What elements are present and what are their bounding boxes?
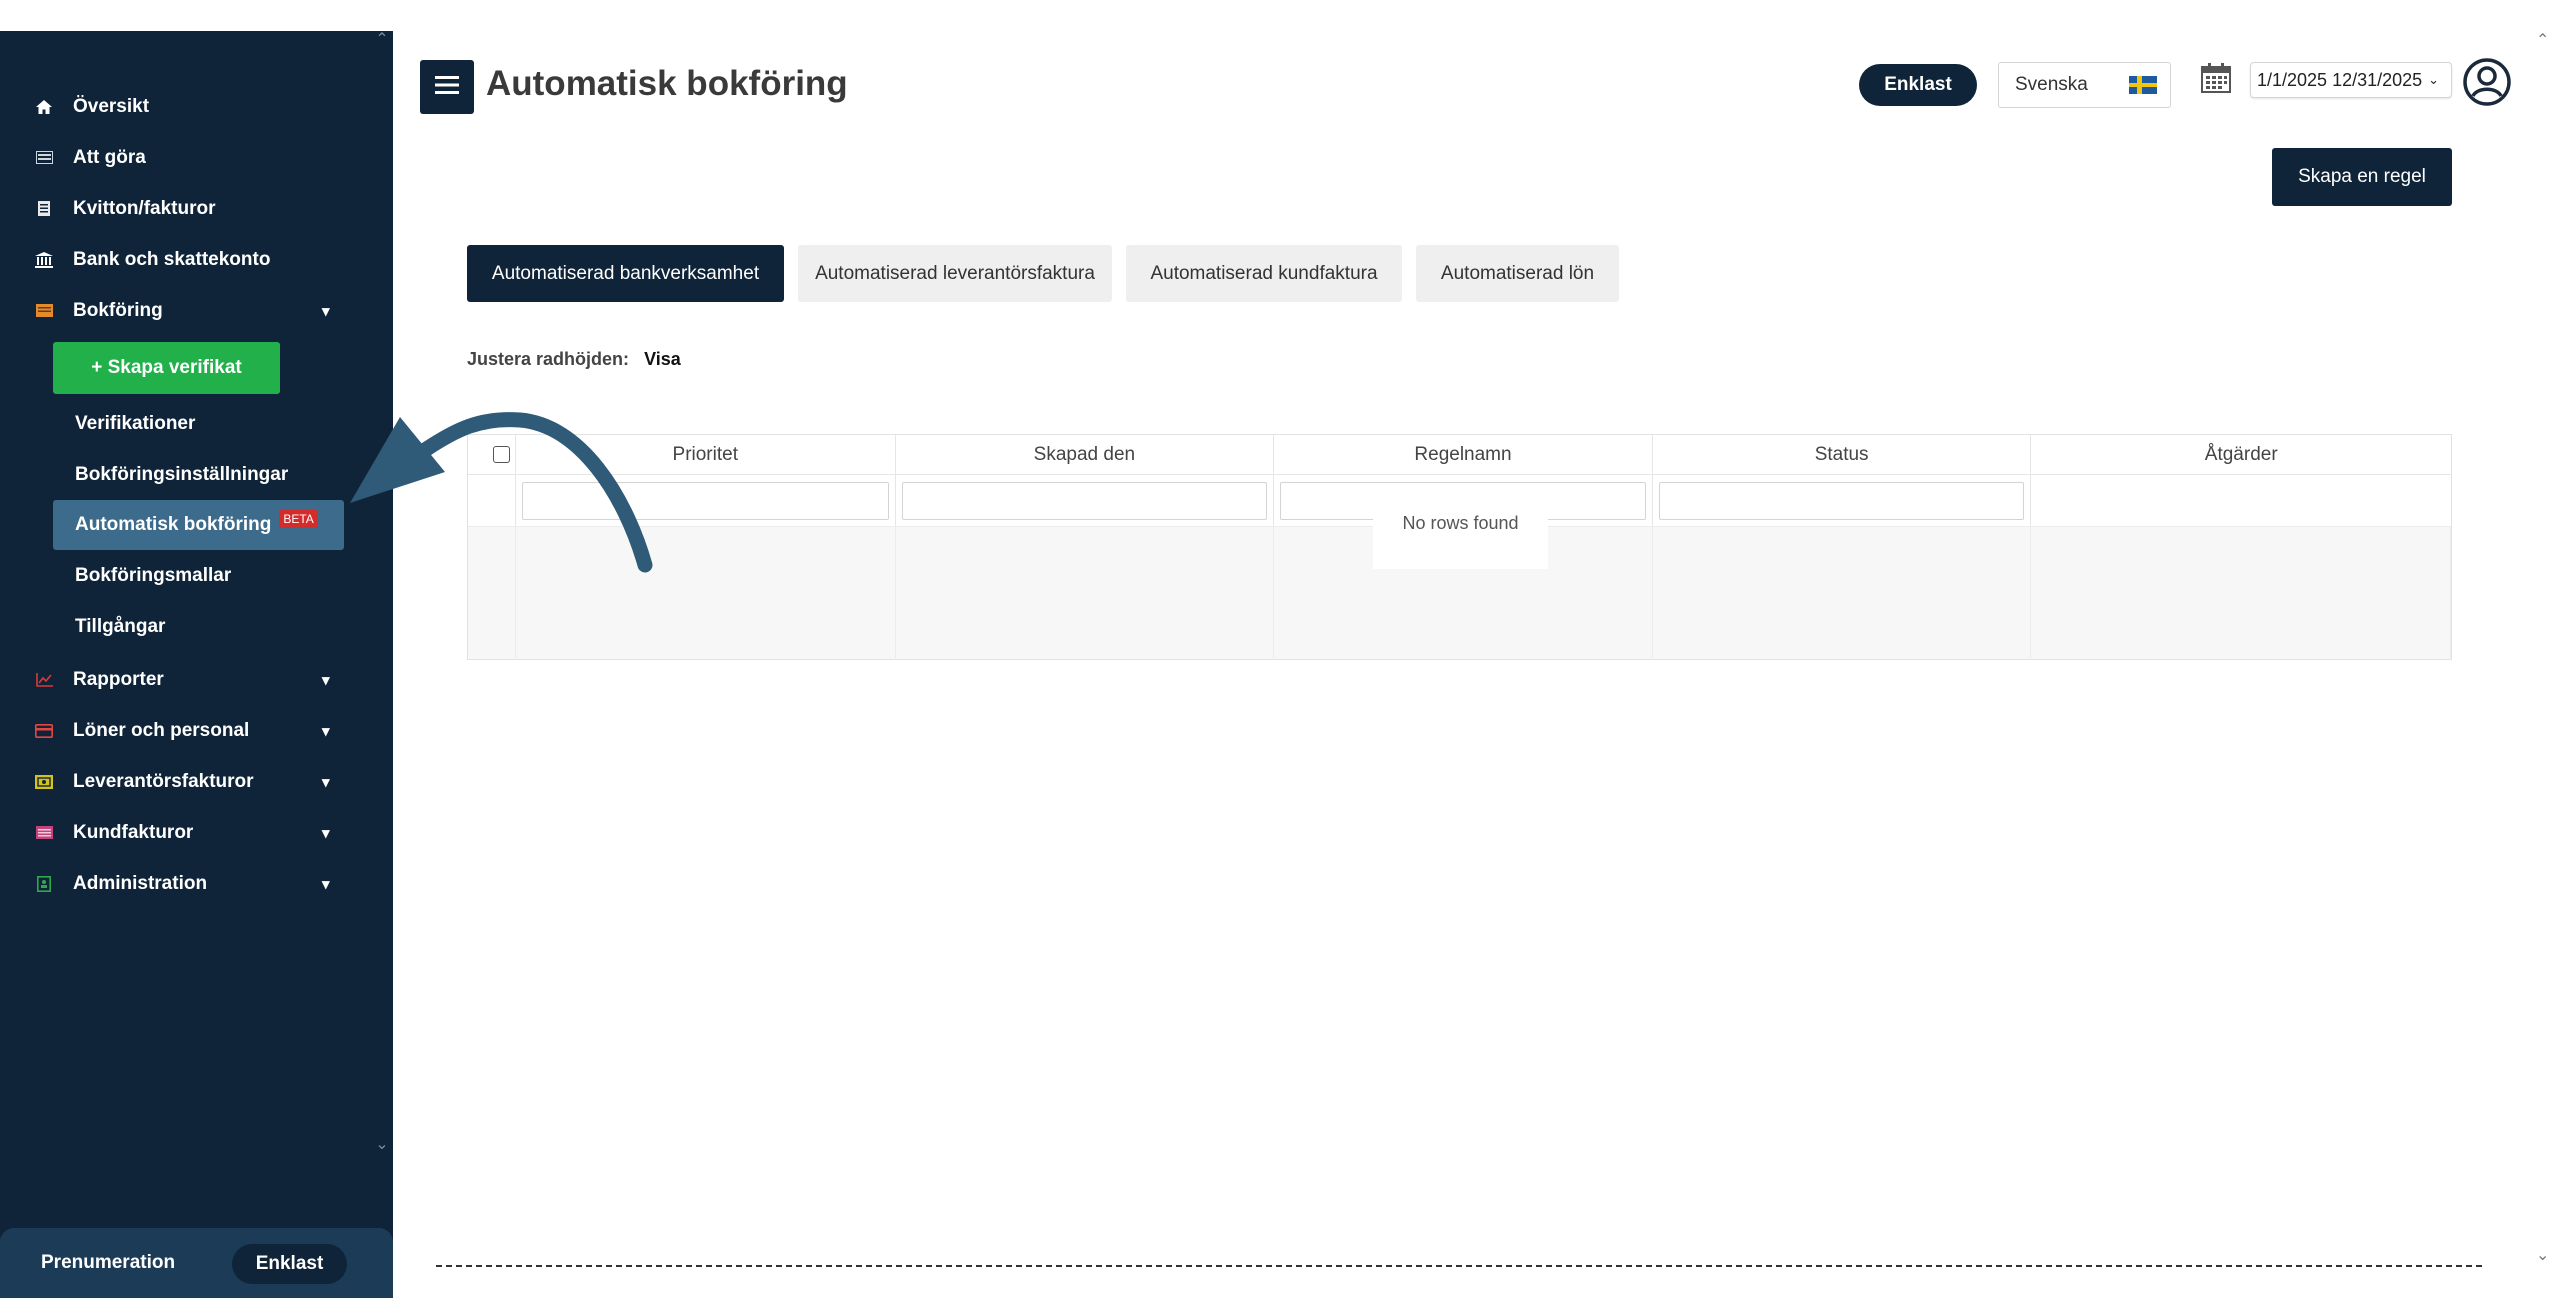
sidebar-item-administration[interactable]: Administration ▾ [0, 858, 393, 909]
status-filter-input[interactable] [1658, 481, 2025, 520]
sidebar-item-loner[interactable]: Löner och personal ▾ [0, 705, 393, 756]
page-scroll-down-icon[interactable]: ⌄ [2536, 1245, 2549, 1265]
sidebar-item-bokforing[interactable]: Bokföring ▾ [0, 285, 393, 336]
beta-badge: BETA [279, 510, 318, 528]
tab-supplier-invoice[interactable]: Automatiserad leverantörsfaktura [798, 245, 1112, 302]
book-icon [35, 303, 53, 319]
row-height-label: Justera radhöjden: [467, 349, 630, 369]
sidebar-subitem-automatisk-bokforing[interactable]: Automatisk bokföring BETA [53, 500, 344, 550]
subscription-bar: Prenumeration Enklast [0, 1228, 393, 1298]
sidebar-item-label: Översikt [73, 95, 150, 117]
home-icon [35, 99, 53, 115]
create-verification-button[interactable]: + Skapa verifikat [53, 342, 280, 394]
hamburger-icon [435, 75, 459, 100]
receipt-icon [35, 201, 53, 217]
chevron-down-icon: ▾ [322, 302, 330, 320]
sidebar-nav: Översikt Att göra Kvitton/fakturor Bank … [0, 81, 393, 909]
chevron-down-icon: ⌄ [2428, 72, 2440, 87]
subscription-plan-badge[interactable]: Enklast [232, 1244, 347, 1284]
column-header-created[interactable]: Skapad den [896, 435, 1275, 474]
calendar-icon[interactable] [2200, 62, 2232, 94]
sidebar-item-leverantorsfakturor[interactable]: Leverantörsfakturor ▾ [0, 756, 393, 807]
sidebar-item-oversikt[interactable]: Översikt [0, 81, 393, 132]
sidebar-item-label: Kundfakturor [73, 821, 194, 843]
tab-bank[interactable]: Automatiserad bankverksamhet [467, 245, 784, 302]
column-header-rule-name[interactable]: Regelnamn [1274, 435, 1653, 474]
sidebar-item-label: Kvitton/fakturor [73, 197, 216, 219]
row-height-control: Justera radhöjden: Visa [467, 349, 681, 370]
sidebar-scroll-up-icon[interactable]: ⌃ [373, 31, 391, 49]
plan-badge[interactable]: Enklast [1859, 64, 1977, 106]
sweden-flag-icon [2129, 76, 2157, 94]
tab-customer-invoice[interactable]: Automatiserad kundfaktura [1126, 245, 1402, 302]
sidebar-item-label: Att göra [73, 146, 146, 168]
sidebar-item-label: Bokföring [73, 299, 163, 321]
body-column [896, 527, 1275, 660]
sidebar-item-label: Bank och skattekonto [73, 248, 271, 270]
table-header: Prioritet Skapad den Regelnamn Status Åt… [468, 435, 2451, 475]
user-avatar-icon[interactable] [2463, 58, 2511, 106]
sidebar-item-label: Löner och personal [73, 719, 250, 741]
chevron-down-icon: ▾ [322, 671, 330, 689]
rules-table: Prioritet Skapad den Regelnamn Status Åt… [467, 434, 2452, 660]
chevron-down-icon: ▾ [322, 773, 330, 791]
sidebar-subitem-label: Automatisk bokföring [75, 514, 272, 535]
bank-icon [35, 251, 53, 268]
sidebar: ⌃ Översikt Att göra Kvitton/fakturor Ban… [0, 31, 393, 1298]
automation-tabs: Automatiserad bankverksamhet Automatiser… [467, 245, 1633, 302]
sidebar-item-att-gora[interactable]: Att göra [0, 132, 393, 183]
annotation-arrow-icon [350, 412, 653, 573]
sidebar-item-label: Administration [73, 872, 208, 894]
sidebar-item-bank[interactable]: Bank och skattekonto [0, 234, 393, 285]
filter-cell [1653, 475, 2032, 526]
no-rows-message: No rows found [1373, 493, 1548, 569]
sidebar-item-kvitton[interactable]: Kvitton/fakturor [0, 183, 393, 234]
body-column [1653, 527, 2032, 660]
page-scroll-up-icon[interactable]: ⌃ [2536, 30, 2549, 50]
sidebar-item-kundfakturor[interactable]: Kundfakturor ▾ [0, 807, 393, 858]
menu-toggle-button[interactable] [420, 60, 474, 114]
column-header-status[interactable]: Status [1653, 435, 2032, 474]
sidebar-subitem-bokforingsmallar[interactable]: Bokföringsmallar [0, 550, 393, 601]
chevron-down-icon: ▾ [322, 722, 330, 740]
language-label: Svenska [2015, 74, 2088, 95]
sidebar-subitem-verifikationer[interactable]: Verifikationer [0, 398, 393, 449]
sidebar-item-rapporter[interactable]: Rapporter ▾ [0, 654, 393, 705]
date-range-select[interactable]: 1/1/2025 12/31/2025 ⌄ [2250, 62, 2452, 98]
admin-icon [35, 875, 53, 892]
filter-cell-empty [2031, 475, 2451, 526]
sidebar-subitem-tillgangar[interactable]: Tillgångar [0, 601, 393, 652]
sidebar-scroll-down-icon[interactable]: ⌄ [373, 1136, 391, 1154]
bokforing-submenu: + Skapa verifikat Verifikationer Bokföri… [0, 336, 393, 654]
body-column [2031, 527, 2452, 660]
sidebar-item-label: Leverantörsfakturor [73, 770, 254, 792]
page-title: Automatisk bokföring [486, 64, 848, 103]
column-header-actions: Åtgärder [2204, 443, 2278, 465]
row-height-toggle[interactable]: Visa [644, 349, 681, 369]
language-select[interactable]: Svenska [1998, 62, 2171, 108]
chart-icon [35, 672, 53, 688]
page-divider [436, 1265, 2482, 1267]
filter-cell [896, 475, 1275, 526]
customer-invoice-icon [35, 825, 53, 841]
invoice-icon [35, 774, 53, 790]
list-icon [35, 150, 53, 166]
chevron-down-icon: ▾ [322, 824, 330, 842]
create-rule-button[interactable]: Skapa en regel [2272, 148, 2452, 206]
sidebar-subitem-bokforingsinstallningar[interactable]: Bokföringsinställningar [0, 449, 393, 500]
tab-salary[interactable]: Automatiserad lön [1416, 245, 1619, 302]
subscription-label[interactable]: Prenumeration [41, 1252, 175, 1274]
created-filter-input[interactable] [901, 481, 1268, 520]
date-range-value: 1/1/2025 12/31/2025 [2257, 69, 2423, 90]
chevron-down-icon: ▾ [322, 875, 330, 893]
card-icon [35, 723, 53, 739]
sidebar-item-label: Rapporter [73, 668, 164, 690]
